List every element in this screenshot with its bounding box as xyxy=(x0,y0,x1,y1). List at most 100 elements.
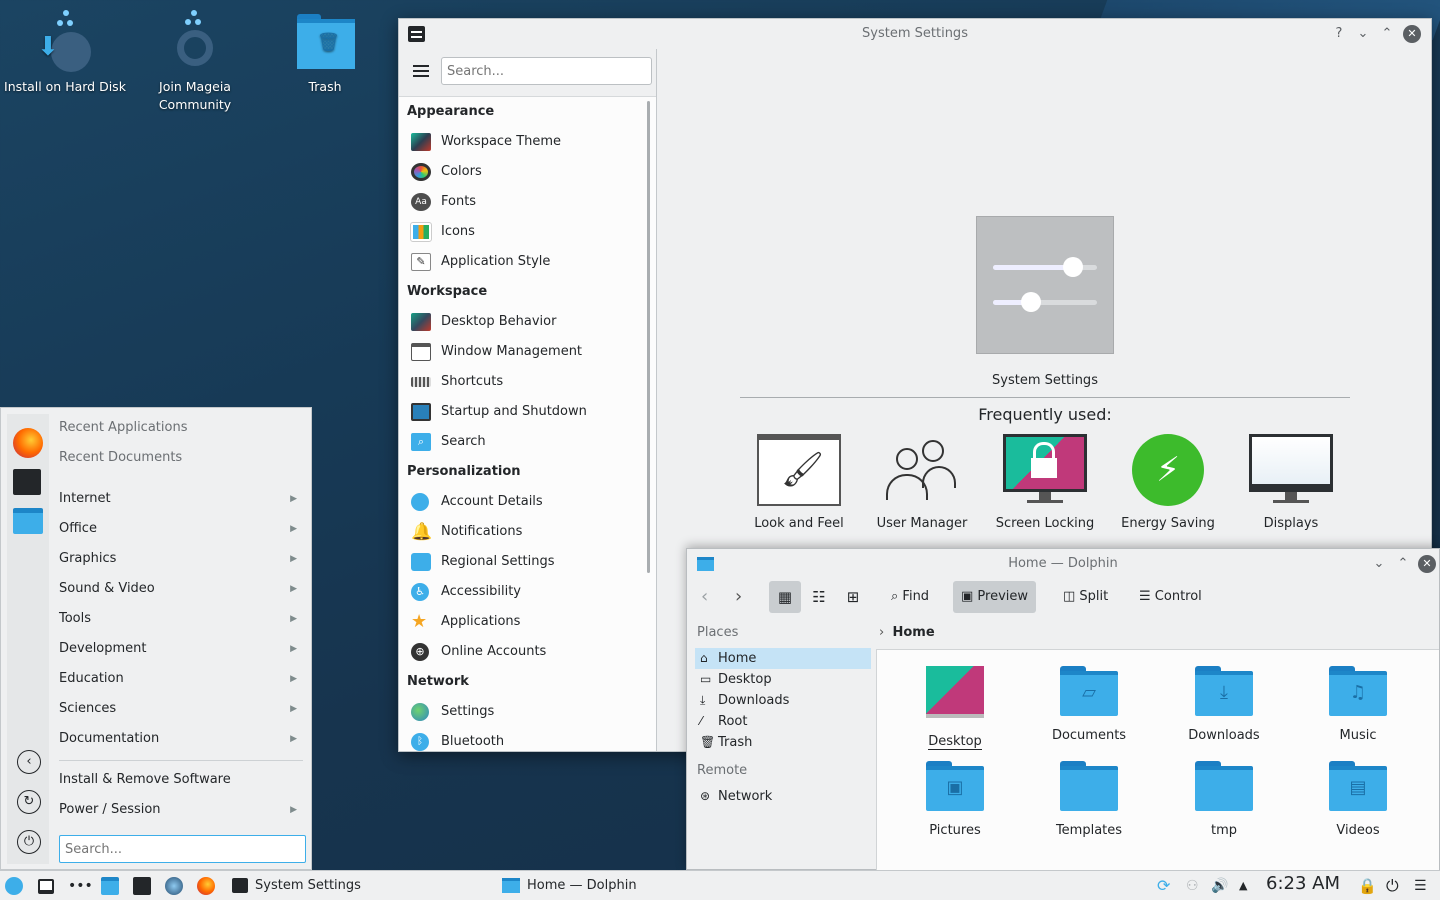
file-item-downloads[interactable]: ⤓ Downloads xyxy=(1164,666,1284,743)
desktop-icon-mageia[interactable]: Join Mageia Community xyxy=(130,10,260,114)
places-item-network[interactable]: ⊛ Network xyxy=(695,786,871,807)
control-button[interactable]: ☰ Control xyxy=(1131,581,1210,613)
power-icon[interactable]: ⏻ xyxy=(17,830,41,854)
refresh-icon[interactable]: ↻ xyxy=(17,790,41,814)
find-button[interactable]: ⌕ Find xyxy=(883,581,937,613)
file-item-documents[interactable]: ▱ Documents xyxy=(1029,666,1149,743)
breadcrumb[interactable]: › Home xyxy=(879,625,935,640)
frequent-energy-saving[interactable]: ⚡ Energy Saving xyxy=(1106,434,1230,531)
volume-icon[interactable]: 🔊 xyxy=(1211,871,1228,900)
places-item-trash[interactable]: 🗑 Trash xyxy=(695,732,871,753)
menu-power-session[interactable]: Power / Session ▶ xyxy=(59,795,303,825)
dolphin-close-button[interactable]: ✕ xyxy=(1418,555,1436,573)
menu-category-documentation[interactable]: Documentation ▶ xyxy=(59,724,303,754)
sidebar-item-colors[interactable]: Colors xyxy=(399,157,645,187)
menu-category-office[interactable]: Office ▶ xyxy=(59,514,303,544)
sidebar-item-online-accounts[interactable]: ⊕ Online Accounts xyxy=(399,637,645,667)
menu-search-input[interactable] xyxy=(59,835,306,863)
back-arrow-icon[interactable]: ‹ xyxy=(693,581,716,613)
menu-install-remove-software[interactable]: Install & Remove Software xyxy=(59,765,303,795)
more-dots-icon[interactable]: ••• xyxy=(68,871,93,900)
sidebar-item-regional-settings[interactable]: Regional Settings xyxy=(399,547,645,577)
tray-expand-icon[interactable]: ▲ xyxy=(1239,871,1247,900)
sidebar-item-network-settings[interactable]: Settings xyxy=(399,697,645,727)
hamburger-menu-icon[interactable] xyxy=(413,65,429,67)
sidebar-item-desktop-behavior[interactable]: Desktop Behavior xyxy=(399,307,645,337)
sidebar-item-account-details[interactable]: Account Details xyxy=(399,487,645,517)
places-item-downloads[interactable]: ⤓ Downloads xyxy=(695,690,871,711)
dolphin-launcher-icon[interactable] xyxy=(101,877,119,895)
settings-launcher-icon[interactable] xyxy=(133,877,151,895)
clock[interactable]: 6:23 AM xyxy=(1266,873,1340,894)
sidebar-item-window-management[interactable]: Window Management xyxy=(399,337,645,367)
dolphin-fav-icon[interactable] xyxy=(13,508,43,534)
sidebar-item-applications[interactable]: ★ Applications xyxy=(399,607,645,637)
steam-icon[interactable] xyxy=(165,877,183,895)
file-item-desktop[interactable]: Desktop xyxy=(895,666,1015,750)
sidebar-item-icons[interactable]: Icons xyxy=(399,217,645,247)
menu-recent-documents[interactable]: Recent Documents xyxy=(59,443,303,473)
firefox-launcher-icon[interactable] xyxy=(197,877,215,895)
titlebar[interactable]: System Settings ? ⌄ ⌃ ✕ xyxy=(399,19,1431,49)
places-item-home[interactable]: ⌂ Home xyxy=(695,648,871,669)
back-icon[interactable]: ‹ xyxy=(17,750,41,774)
menu-category-sciences[interactable]: Sciences ▶ xyxy=(59,694,303,724)
minimize-button[interactable]: ⌄ xyxy=(1354,25,1372,43)
desktop-icon-install[interactable]: ⬇ Install on Hard Disk xyxy=(0,10,130,96)
firefox-icon[interactable] xyxy=(13,428,43,458)
dolphin-minimize-button[interactable]: ⌄ xyxy=(1370,555,1388,573)
sidebar-item-workspace-theme[interactable]: Workspace Theme xyxy=(399,127,645,157)
frequent-user-manager[interactable]: User Manager xyxy=(860,434,984,531)
system-settings-fav-icon[interactable] xyxy=(13,469,41,495)
frequent-look-and-feel[interactable]: 🖌 Look and Feel xyxy=(737,434,861,531)
frequent-screen-locking[interactable]: Screen Locking xyxy=(983,434,1107,531)
sidebar-item-shortcuts[interactable]: Shortcuts xyxy=(399,367,645,397)
mageia-launcher-icon[interactable] xyxy=(5,877,23,895)
sidebar-item-search[interactable]: ⌕ Search xyxy=(399,427,645,457)
lock-icon[interactable]: 🔒 xyxy=(1358,871,1377,900)
dolphin-titlebar[interactable]: Home — Dolphin ⌄ ⌃ ✕ xyxy=(687,549,1439,579)
frequent-displays[interactable]: Displays xyxy=(1229,434,1353,531)
settings-search-input[interactable] xyxy=(441,57,652,85)
file-item-videos[interactable]: ▤ Videos xyxy=(1298,761,1418,838)
sidebar-item-notifications[interactable]: 🔔 Notifications xyxy=(399,517,645,547)
file-item-templates[interactable]: Templates xyxy=(1029,761,1149,838)
menu-category-tools[interactable]: Tools ▶ xyxy=(59,604,303,634)
sidebar-toolbar xyxy=(399,49,656,97)
maximize-button[interactable]: ⌃ xyxy=(1378,25,1396,43)
sidebar-item-startup-shutdown[interactable]: Startup and Shutdown xyxy=(399,397,645,427)
dolphin-maximize-button[interactable]: ⌃ xyxy=(1394,555,1412,573)
file-item-music[interactable]: ♫ Music xyxy=(1298,666,1418,743)
task-system-settings[interactable]: System Settings xyxy=(227,871,497,900)
menu-recent-applications[interactable]: Recent Applications xyxy=(59,413,303,443)
users-tray-icon[interactable]: ⚇ xyxy=(1186,871,1199,900)
forward-arrow-icon[interactable]: › xyxy=(727,581,750,613)
places-item-root[interactable]: ⁄ Root xyxy=(695,711,871,732)
menu-category-education[interactable]: Education ▶ xyxy=(59,664,303,694)
menu-category-graphics[interactable]: Graphics ▶ xyxy=(59,544,303,574)
file-item-pictures[interactable]: ▣ Pictures xyxy=(895,761,1015,838)
sidebar-item-bluetooth[interactable]: ᛒ Bluetooth xyxy=(399,727,645,757)
sidebar-item-accessibility[interactable]: ♿ Accessibility xyxy=(399,577,645,607)
show-desktop-icon[interactable] xyxy=(38,879,54,894)
desktop-icon-trash[interactable]: 🗑 Trash xyxy=(260,10,390,96)
preview-button[interactable]: ▣ Preview xyxy=(953,581,1037,613)
menu-category-development[interactable]: Development ▶ xyxy=(59,634,303,664)
sidebar-scrollbar[interactable] xyxy=(647,101,650,573)
places-item-desktop[interactable]: ▭ Desktop xyxy=(695,669,871,690)
sidebar-item-fonts[interactable]: Aa Fonts xyxy=(399,187,645,217)
menu-category-internet[interactable]: Internet ▶ xyxy=(59,484,303,514)
panel-config-icon[interactable]: ☰ xyxy=(1414,871,1427,900)
task-dolphin[interactable]: Home — Dolphin xyxy=(499,871,769,900)
help-button[interactable]: ? xyxy=(1330,25,1348,43)
compact-view-icon[interactable]: ☷ xyxy=(805,581,833,613)
file-item-tmp[interactable]: tmp xyxy=(1164,761,1284,838)
sidebar-item-application-style[interactable]: ✎ Application Style xyxy=(399,247,645,277)
icons-view-icon[interactable]: ▦ xyxy=(769,581,801,613)
update-notifier-icon[interactable]: ⟳ xyxy=(1157,871,1170,900)
menu-category-sound-video[interactable]: Sound & Video ▶ xyxy=(59,574,303,604)
power-tray-icon[interactable]: ⏻ xyxy=(1386,871,1399,900)
details-view-icon[interactable]: ⊞ xyxy=(839,581,867,613)
split-button[interactable]: ◫ Split xyxy=(1055,581,1116,613)
close-button[interactable]: ✕ xyxy=(1403,25,1421,43)
